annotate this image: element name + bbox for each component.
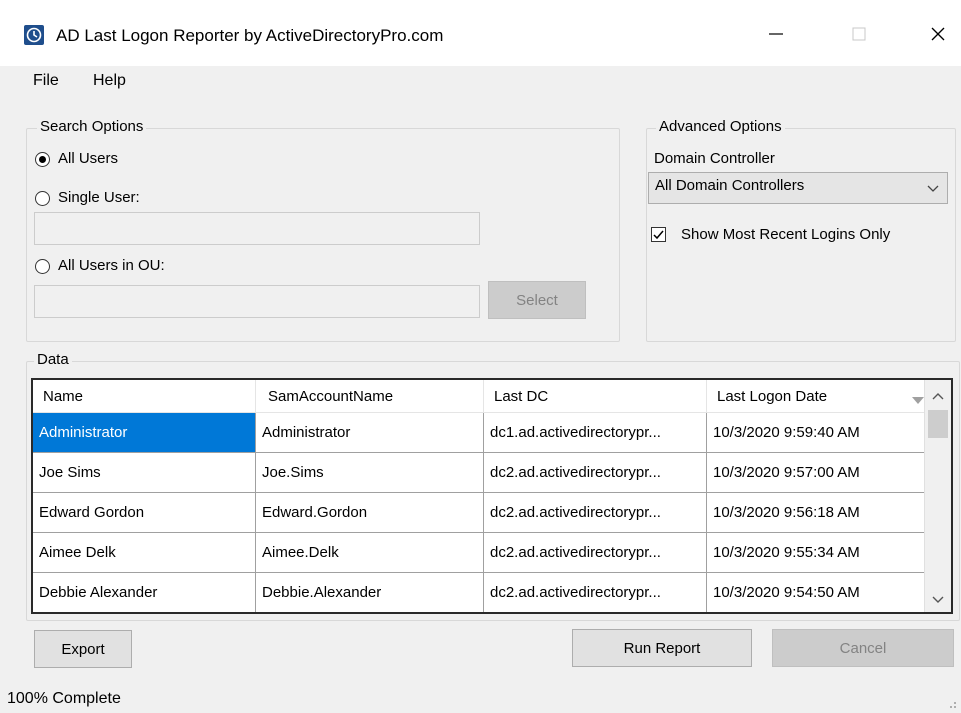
ou-path-input[interactable] <box>34 285 480 318</box>
domain-controller-label: Domain Controller <box>654 150 775 167</box>
menu-file[interactable]: File <box>33 72 59 90</box>
cell-samaccountname[interactable]: Joe.Sims <box>255 452 484 493</box>
cell-last-logon-date[interactable]: 10/3/2020 9:55:34 AM <box>706 532 933 573</box>
window-title: AD Last Logon Reporter by ActiveDirector… <box>56 26 444 45</box>
all-users-ou-radio[interactable] <box>35 259 50 274</box>
cell-name[interactable]: Administrator <box>33 412 256 453</box>
cell-last-logon-date[interactable]: 10/3/2020 9:56:18 AM <box>706 492 933 533</box>
cell-last-dc[interactable]: dc2.ad.activedirectorypr... <box>483 452 707 493</box>
export-button[interactable]: Export <box>34 630 132 668</box>
domain-controller-value: All Domain Controllers <box>655 177 805 194</box>
menu-help[interactable]: Help <box>93 72 126 90</box>
all-users-ou-label: All Users in OU: <box>58 257 165 274</box>
table-row[interactable]: Debbie Alexander Debbie.Alexander dc2.ad… <box>33 572 933 612</box>
chevron-down-icon[interactable] <box>932 592 944 609</box>
cell-name[interactable]: Joe Sims <box>33 452 256 493</box>
advanced-options-title: Advanced Options <box>656 118 785 135</box>
status-bar <box>0 684 961 713</box>
cell-name[interactable]: Aimee Delk <box>33 532 256 573</box>
sort-descending-icon <box>912 392 924 409</box>
table-row[interactable]: Edward Gordon Edward.Gordon dc2.ad.activ… <box>33 492 933 533</box>
chevron-down-icon <box>927 181 939 198</box>
column-header-samaccountname[interactable]: SamAccountName <box>255 380 484 413</box>
table-header-row: Name SamAccountName Last DC Last Logon D… <box>33 380 933 413</box>
cell-last-dc[interactable]: dc2.ad.activedirectorypr... <box>483 492 707 533</box>
search-options-title: Search Options <box>37 118 147 135</box>
cell-samaccountname[interactable]: Administrator <box>255 412 484 453</box>
domain-controller-select[interactable]: All Domain Controllers <box>648 172 948 204</box>
column-header-name[interactable]: Name <box>33 380 256 413</box>
column-header-last-dc[interactable]: Last DC <box>483 380 707 413</box>
scrollbar-thumb[interactable] <box>928 410 948 438</box>
cell-last-dc[interactable]: dc2.ad.activedirectorypr... <box>483 532 707 573</box>
cell-last-logon-date[interactable]: 10/3/2020 9:57:00 AM <box>706 452 933 493</box>
cell-name[interactable]: Edward Gordon <box>33 492 256 533</box>
close-button[interactable] <box>915 14 961 54</box>
cell-last-dc[interactable]: dc1.ad.activedirectorypr... <box>483 412 707 453</box>
column-header-last-logon-date[interactable]: Last Logon Date <box>706 380 933 413</box>
results-table: Name SamAccountName Last DC Last Logon D… <box>33 380 933 612</box>
select-ou-button[interactable]: Select <box>488 281 586 319</box>
cell-last-logon-date[interactable]: 10/3/2020 9:59:40 AM <box>706 412 933 453</box>
results-grid[interactable]: Name SamAccountName Last DC Last Logon D… <box>31 378 953 614</box>
chevron-up-icon[interactable] <box>932 388 944 405</box>
table-row[interactable]: Joe Sims Joe.Sims dc2.ad.activedirectory… <box>33 452 933 493</box>
cell-samaccountname[interactable]: Aimee.Delk <box>255 532 484 573</box>
resize-grip-icon[interactable] <box>945 696 957 713</box>
cell-last-logon-date[interactable]: 10/3/2020 9:54:50 AM <box>706 572 933 612</box>
menu-bar <box>0 66 961 100</box>
single-user-radio[interactable] <box>35 191 50 206</box>
vertical-scrollbar[interactable] <box>924 380 951 612</box>
clock-icon <box>24 25 44 45</box>
cell-samaccountname[interactable]: Debbie.Alexander <box>255 572 484 612</box>
status-text: 100% Complete <box>7 690 121 707</box>
minimize-button[interactable] <box>753 14 799 54</box>
table-row[interactable]: Aimee Delk Aimee.Delk dc2.ad.activedirec… <box>33 532 933 573</box>
all-users-label: All Users <box>58 150 119 167</box>
recent-logins-checkbox[interactable] <box>651 227 666 242</box>
single-user-label: Single User: <box>58 189 140 206</box>
maximize-button[interactable] <box>836 14 882 54</box>
cell-name[interactable]: Debbie Alexander <box>33 572 256 612</box>
table-row[interactable]: Administrator Administrator dc1.ad.activ… <box>33 412 933 453</box>
cancel-button[interactable]: Cancel <box>772 629 954 667</box>
single-user-input[interactable] <box>34 212 480 245</box>
data-title: Data <box>34 351 72 368</box>
all-users-radio[interactable] <box>35 152 50 167</box>
run-report-button[interactable]: Run Report <box>572 629 752 667</box>
cell-samaccountname[interactable]: Edward.Gordon <box>255 492 484 533</box>
recent-logins-label: Show Most Recent Logins Only <box>681 226 891 243</box>
column-header-last-logon-date-label: Last Logon Date <box>717 387 828 405</box>
cell-last-dc[interactable]: dc2.ad.activedirectorypr... <box>483 572 707 612</box>
